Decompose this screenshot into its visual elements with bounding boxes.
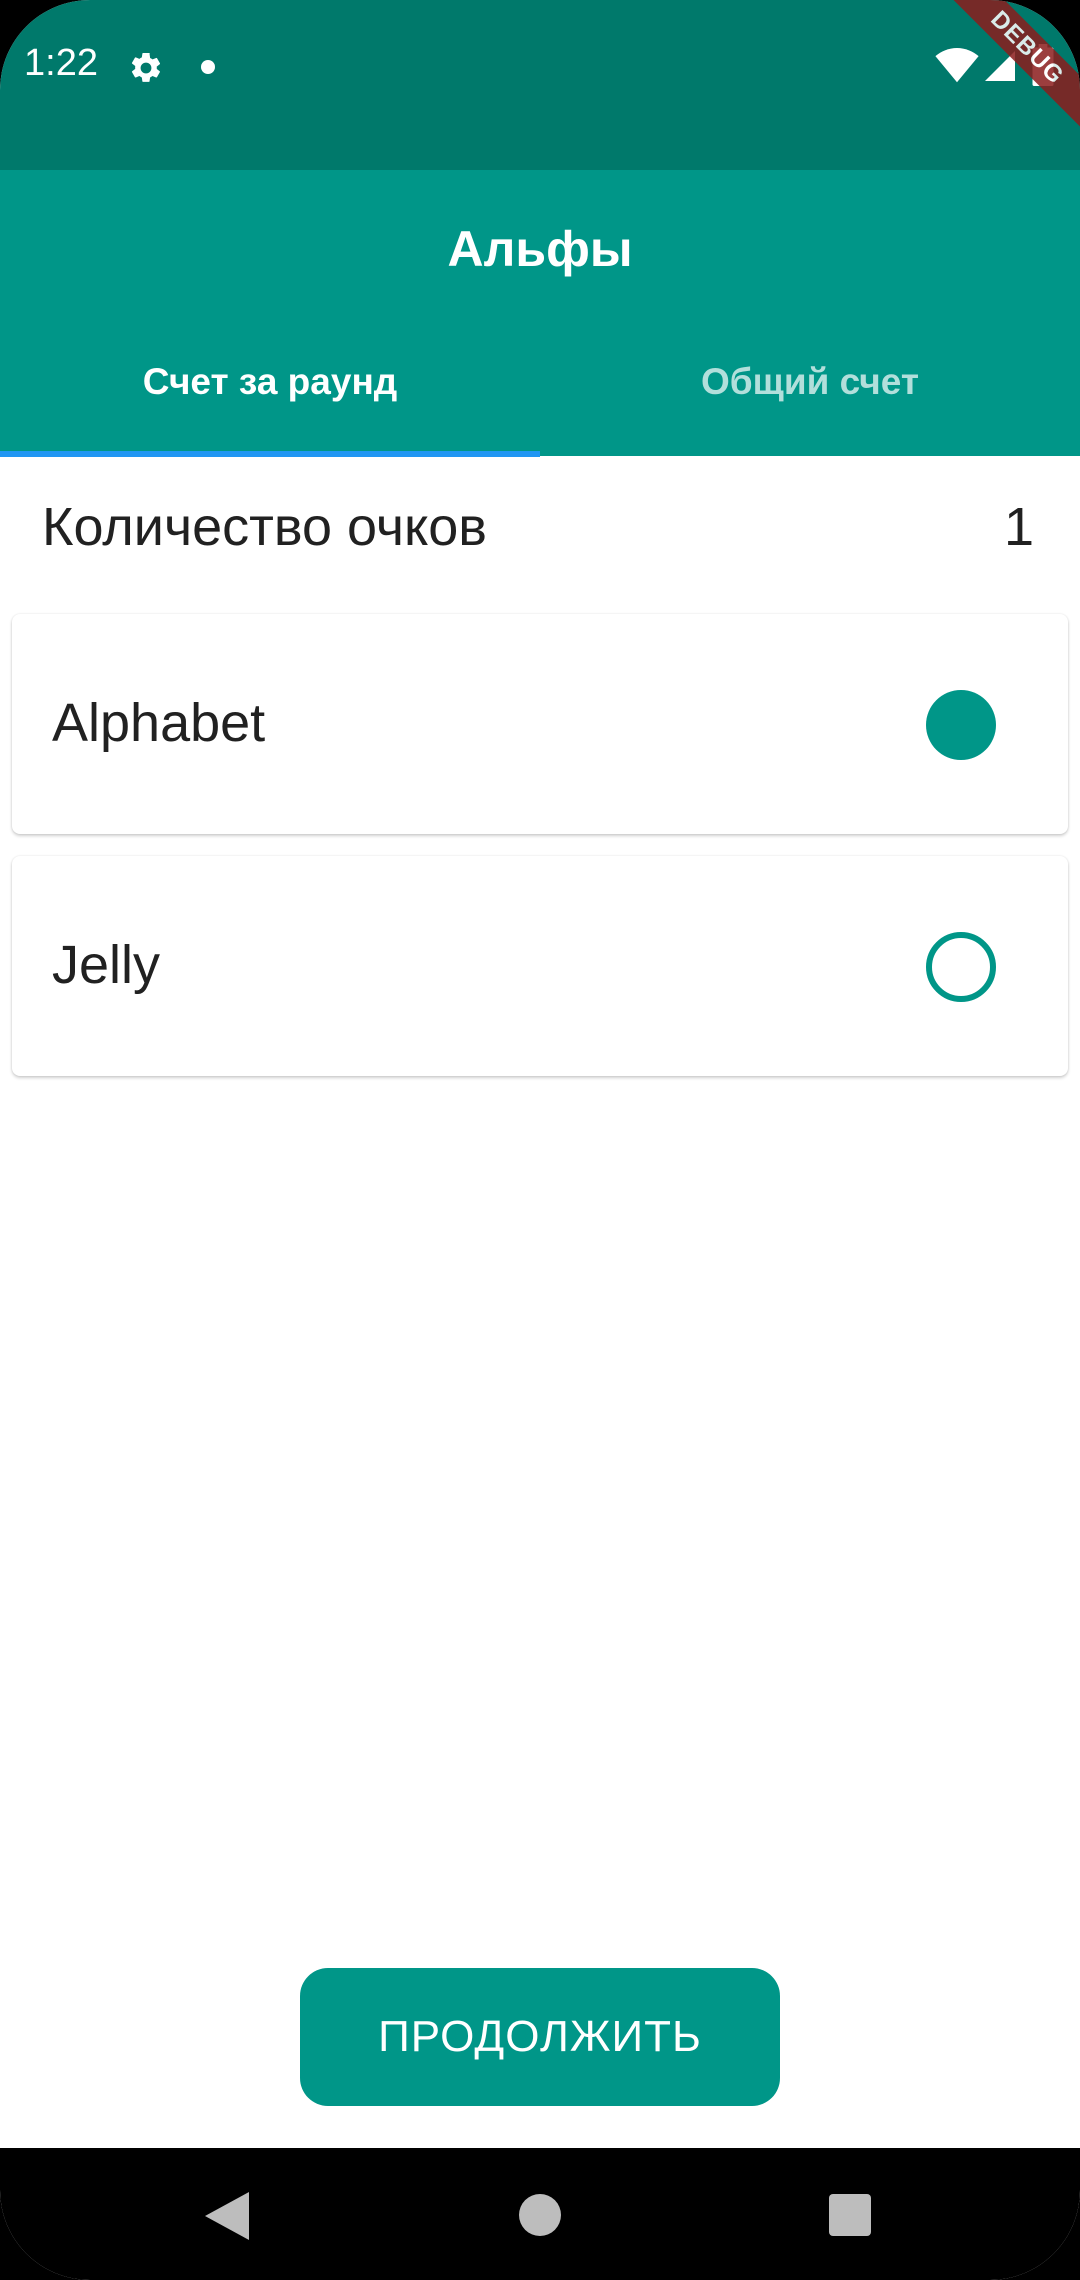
tab-round-score[interactable]: Счет за раунд	[0, 360, 540, 456]
phone-screen: 1:22 DEBUG Альфы Счет за раунд Общий сче…	[0, 0, 1080, 2280]
wifi-icon	[935, 48, 979, 83]
notification-dot-icon	[201, 60, 215, 74]
home-icon[interactable]	[519, 2194, 561, 2236]
gear-icon	[131, 52, 161, 82]
option-card-jelly[interactable]: Jelly	[12, 856, 1068, 1076]
page-title: Альфы	[447, 221, 633, 277]
tab-total-score[interactable]: Общий счет	[540, 360, 1080, 456]
status-time: 1:22	[24, 42, 98, 84]
points-value: 1	[1003, 497, 1034, 557]
navigation-bar	[0, 2148, 1080, 2280]
app-bar: Альфы Счет за раунд Общий счет	[0, 170, 1080, 457]
option-label: Jelly	[52, 935, 161, 995]
radio-unselected-icon[interactable]	[926, 932, 996, 1002]
option-label: Alphabet	[52, 693, 266, 753]
back-icon[interactable]	[205, 2192, 249, 2240]
option-card-alphabet[interactable]: Alphabet	[12, 614, 1068, 834]
recents-icon[interactable]	[829, 2194, 871, 2236]
status-bar: 1:22 DEBUG	[0, 0, 1080, 170]
points-row: Количество очков 1	[0, 456, 1080, 606]
points-label: Количество очков	[42, 497, 487, 557]
continue-button[interactable]: ПРОДОЛЖИТЬ	[300, 1968, 780, 2106]
radio-selected-icon[interactable]	[926, 690, 996, 760]
